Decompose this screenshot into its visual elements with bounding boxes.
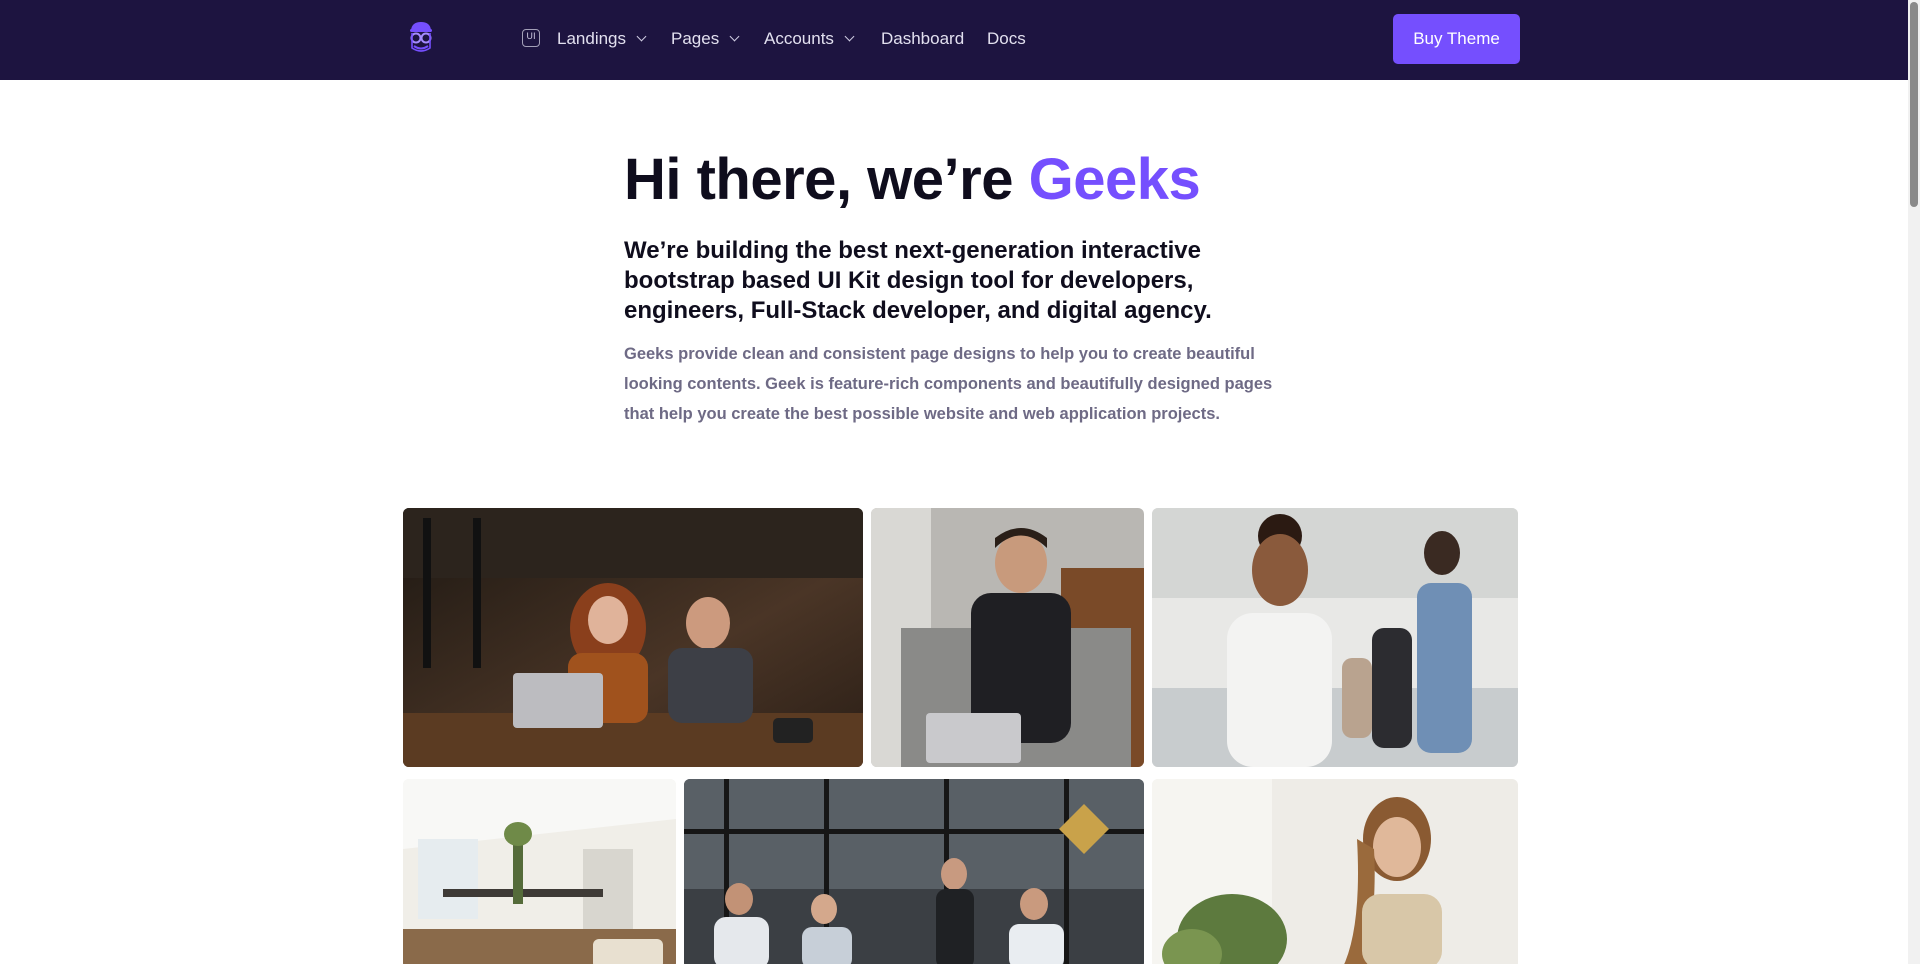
photo-man-laptop-office	[871, 508, 1144, 767]
hero-title-accent: Geeks	[1028, 147, 1201, 212]
photo-bright-workspace	[403, 779, 676, 964]
photo-team-meeting-glass-office	[684, 779, 1144, 964]
hero-subtitle: We’re building the best next-generation …	[624, 237, 1212, 324]
nav-docs-label: Docs	[987, 29, 1026, 48]
photo-cafe-laptop-couple	[403, 508, 863, 767]
nav-pages-label: Pages	[671, 29, 720, 48]
top-navbar: UI Landings Pages Accounts Dashboard Doc…	[0, 0, 1920, 80]
photo-woman-smiling-plants	[1152, 779, 1518, 964]
ui-kit-icon[interactable]: UI	[522, 29, 540, 47]
nav-landings-label: Landings	[557, 29, 627, 48]
nav-landings-dropdown[interactable]: Landings	[557, 28, 647, 50]
hero-description: Geeks provide clean and consistent page …	[624, 345, 1273, 423]
nav-dashboard-link[interactable]: Dashboard	[881, 28, 964, 50]
nav-accounts-label: Accounts	[764, 29, 834, 48]
chevron-down-icon	[636, 31, 647, 42]
hero-title: Hi there, we’re Geeks	[624, 146, 1201, 213]
nav-accounts-dropdown[interactable]: Accounts	[764, 28, 855, 50]
page-scrollbar[interactable]	[1908, 0, 1920, 964]
photo-woman-smiling-team	[1152, 508, 1518, 767]
nav-pages-dropdown[interactable]: Pages	[671, 28, 740, 50]
geek-glasses-logo-icon[interactable]	[406, 20, 436, 54]
hero-title-prefix: Hi there, we’re	[624, 147, 1029, 212]
scrollbar-thumb[interactable]	[1910, 2, 1918, 207]
nav-dashboard-label: Dashboard	[881, 29, 965, 48]
buy-theme-button[interactable]: Buy Theme	[1393, 14, 1520, 64]
nav-docs-link[interactable]: Docs	[987, 28, 1026, 50]
chevron-down-icon	[729, 31, 740, 42]
chevron-down-icon	[844, 31, 855, 42]
